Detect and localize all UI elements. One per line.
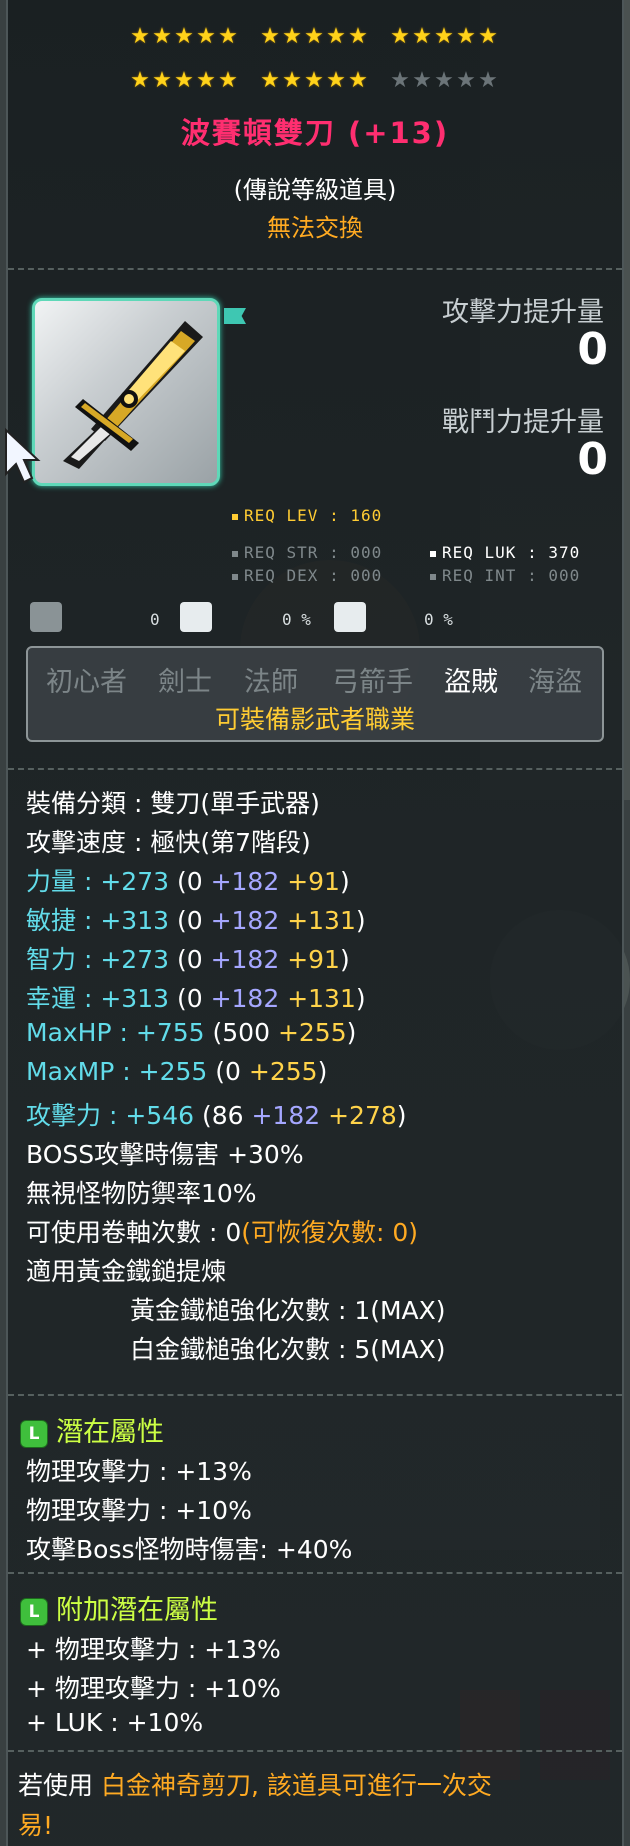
stat-attack-speed: 攻擊速度 : 極快(第7階段) (26, 828, 311, 857)
star-filled-icon: ★ (326, 68, 348, 93)
job-note: 可裝備影武者職業 (214, 705, 415, 734)
star-empty-icon: ★ (412, 68, 434, 93)
star-filled-icon: ★ (304, 68, 326, 93)
star-filled-icon: ★ (196, 68, 218, 93)
additional-potential-header: L 附加潛在屬性 (20, 1588, 218, 1627)
enhance-value: 0 (150, 610, 160, 629)
star-filled-icon: ★ (348, 24, 370, 49)
item-name: 波賽頓雙刀 (+13) (180, 116, 450, 150)
job-restriction-box: 初心者 劍士 法師 弓箭手 盜賊 海盜 可裝備影武者職業 (26, 646, 604, 742)
stat-luk: 幸運 : +313 (0 +182 +131) (26, 984, 366, 1013)
footer-note-cont: 易! (18, 1811, 54, 1840)
star-filled-icon: ★ (390, 24, 412, 49)
stat-maxmp: MaxMP : +255 (0 +255) (26, 1057, 328, 1086)
star-filled-icon: ★ (478, 24, 500, 49)
star-filled-icon: ★ (130, 24, 152, 49)
stat-maxhp: MaxHP : +755 (500 +255) (26, 1018, 357, 1047)
item-icon-frame (32, 298, 220, 486)
craft-value: 0 % (282, 610, 311, 629)
req-level: REQ LEV : 160 (232, 506, 382, 525)
stat-category: 裝備分類 : 雙刀(單手武器) (26, 789, 320, 818)
additional-potential-line: + 物理攻擊力 : +10% (26, 1674, 281, 1703)
stat-platinum-hammer: 白金鐵槌強化次數 : 5(MAX) (130, 1335, 446, 1364)
star-filled-icon: ★ (282, 24, 304, 49)
req-str: REQ STR : 000 (232, 543, 382, 562)
req-luk: REQ LUK : 370 (430, 543, 580, 562)
stat-int: 智力 : +273 (0 +182 +91) (26, 945, 350, 974)
stat-boss-damage: BOSS攻擊時傷害 +30% (26, 1140, 304, 1169)
item-grade: (傳說等級道具) (233, 176, 397, 204)
trade-status: 無法交換 (267, 214, 363, 242)
potential-line: 物理攻擊力 : +10% (26, 1496, 252, 1525)
potential-line: 攻擊Boss怪物時傷害: +40% (26, 1535, 353, 1564)
star-empty-icon: ★ (456, 68, 478, 93)
star-filled-icon: ★ (174, 24, 196, 49)
star-filled-icon: ★ (260, 68, 282, 93)
star-filled-icon: ★ (260, 24, 282, 49)
job-beginner: 初心者 (46, 667, 127, 698)
potential-line: 物理攻擊力 : +13% (26, 1457, 252, 1486)
craft-icon (180, 602, 212, 632)
additional-potential-line: + LUK : +10% (26, 1708, 204, 1737)
additional-potential-line: + 物理攻擊力 : +13% (26, 1635, 281, 1664)
star-filled-icon: ★ (304, 24, 326, 49)
stat-scroll-slots: 可使用卷軸次數 : 0(可恢復次數: 0) (26, 1218, 419, 1247)
legendary-icon: L (20, 1419, 48, 1448)
star-filled-icon: ★ (434, 24, 456, 49)
star-filled-icon: ★ (152, 68, 174, 93)
shield-value: 0 % (424, 610, 453, 629)
potential-header: L 潛在屬性 (20, 1410, 164, 1449)
star-filled-icon: ★ (326, 24, 348, 49)
job-magician: 法師 (244, 667, 298, 698)
job-pirate: 海盜 (528, 667, 582, 698)
req-dex: REQ DEX : 000 (232, 566, 382, 585)
hand-cursor-icon (5, 427, 41, 484)
combat-power-value: 0 (577, 434, 608, 485)
star-row-1: ★★★★★ ★★★★★ ★★★★★ (0, 24, 630, 50)
stat-attack: 攻擊力 : +546 (86 +182 +278) (26, 1101, 407, 1130)
divider (8, 1750, 622, 1752)
star-row-2: ★★★★★ ★★★★★ ★★★★★ (0, 68, 630, 94)
stat-dex: 敏捷 : +313 (0 +182 +131) (26, 906, 366, 935)
star-filled-icon: ★ (130, 68, 152, 93)
star-filled-icon: ★ (152, 24, 174, 49)
star-filled-icon: ★ (218, 24, 240, 49)
attack-increase-value: 0 (577, 324, 608, 375)
footer-note: 若使用 白金神奇剪刀, 該道具可進行一次交 (18, 1771, 492, 1800)
dual-blade-icon (63, 321, 203, 469)
star-filled-icon: ★ (348, 68, 370, 93)
divider (8, 1572, 622, 1574)
star-filled-icon: ★ (282, 68, 304, 93)
stat-ignore-defense: 無視怪物防禦率10% (26, 1179, 257, 1208)
legendary-icon: L (20, 1597, 48, 1626)
shield-icon (334, 602, 366, 632)
job-warrior: 劍士 (158, 667, 212, 698)
divider (8, 1394, 622, 1396)
star-filled-icon: ★ (196, 24, 218, 49)
job-thief: 盜賊 (444, 667, 498, 698)
star-filled-icon: ★ (456, 24, 478, 49)
star-empty-icon: ★ (478, 68, 500, 93)
job-archer: 弓箭手 (332, 667, 413, 698)
enhance-icon (30, 602, 62, 632)
star-filled-icon: ★ (412, 24, 434, 49)
star-filled-icon: ★ (174, 68, 196, 93)
star-empty-icon: ★ (434, 68, 456, 93)
star-empty-icon: ★ (390, 68, 412, 93)
stat-str: 力量 : +273 (0 +182 +91) (26, 867, 350, 896)
stat-gold-hammer: 黃金鐵槌強化次數 : 1(MAX) (130, 1296, 446, 1325)
stat-hammer: 適用黃金鐵鎚提煉 (26, 1257, 227, 1286)
divider (8, 768, 622, 770)
star-filled-icon: ★ (218, 68, 240, 93)
divider (8, 268, 622, 270)
req-int: REQ INT : 000 (430, 566, 580, 585)
